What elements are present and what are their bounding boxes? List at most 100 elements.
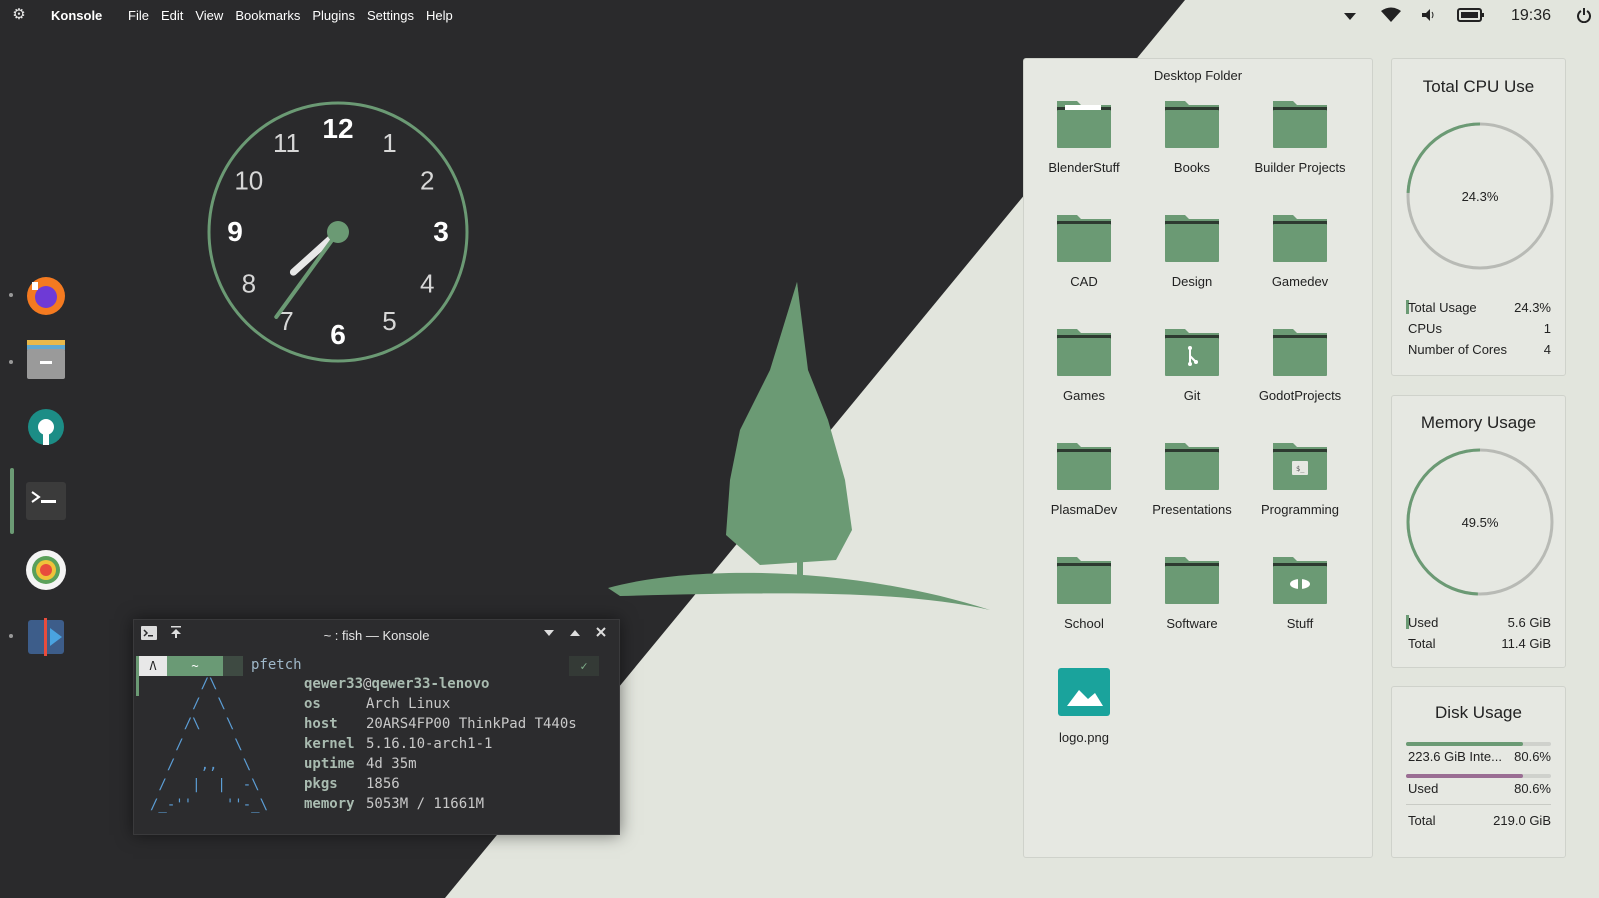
clock-time[interactable]: 19:36 [1511, 7, 1551, 25]
folder-label: CAD [1070, 274, 1098, 289]
folder-label: Books [1173, 160, 1211, 175]
window-titlebar[interactable]: ~ : fish — Konsole [134, 620, 619, 650]
memory-monitor-widget[interactable]: Memory Usage 49.5% Used 5.6 GiB Total 11.4… [1391, 395, 1566, 668]
battery-icon[interactable] [1457, 7, 1485, 26]
stat-label: Total [1408, 636, 1436, 651]
top-panel: ⚙ Konsole File Edit View Bookmarks Plugi… [0, 0, 1599, 30]
info-row: host 20ARS4FP00 ThinkPad T440s [304, 714, 577, 734]
chevron-down-icon[interactable] [1343, 9, 1357, 24]
folder-icon [1055, 96, 1113, 150]
folder-item-games[interactable]: Games [1030, 324, 1138, 404]
folder-item-design[interactable]: Design [1138, 210, 1246, 290]
stat-row: Used 5.6 GiB [1408, 615, 1551, 630]
color-picker-icon[interactable] [24, 548, 68, 592]
dolphin-file-manager-icon[interactable] [24, 338, 68, 382]
kde-logo-icon[interactable]: ⚙ [10, 6, 28, 24]
firefox-icon[interactable] [24, 272, 68, 316]
stat-value: 4 [1543, 342, 1551, 357]
stat-label: Number of Cores [1408, 342, 1507, 357]
stat-label: CPUs [1408, 321, 1442, 336]
cpu-ring-gauge: 24.3% [1406, 122, 1554, 270]
folder-label: Design [1171, 274, 1213, 289]
stat-row: Number of Cores 4 [1408, 342, 1551, 357]
cpu-monitor-widget[interactable]: Total CPU Use 24.3% Total Usage 24.3% CPU… [1391, 58, 1566, 376]
minimize-icon[interactable] [541, 626, 557, 642]
stat-value: 1 [1543, 321, 1551, 336]
folder-label: PlasmaDev [1050, 502, 1118, 517]
info-key: memory [304, 796, 355, 812]
clock-number: 5 [382, 306, 396, 336]
folder-item-plasmadev[interactable]: PlasmaDev [1030, 438, 1138, 518]
stat-label: Total Usage [1408, 300, 1477, 315]
menu-view[interactable]: View [195, 8, 223, 23]
power-icon[interactable] [1577, 7, 1591, 26]
folder-icon [1163, 96, 1221, 150]
menu-edit[interactable]: Edit [161, 8, 183, 23]
folder-icon [1271, 324, 1329, 378]
menu-bookmarks[interactable]: Bookmarks [235, 8, 300, 23]
info-row: kernel 5.16.10-arch1-1 [304, 734, 492, 754]
info-row: memory 5053M / 11661M [304, 794, 484, 814]
folder-item-software[interactable]: Software [1138, 552, 1246, 632]
prompt-path: ~ [167, 656, 223, 676]
close-icon[interactable] [593, 626, 609, 642]
memory-ring-gauge: 49.5% [1406, 448, 1554, 596]
folder-label: Git [1183, 388, 1201, 403]
volume-icon[interactable] [1420, 7, 1436, 26]
stat-row: Total 219.0 GiB [1408, 813, 1551, 828]
info-key: kernel [304, 736, 355, 752]
folder-label: logo.png [1059, 730, 1109, 745]
folder-item-blenderstuff[interactable]: BlenderStuff [1030, 96, 1138, 176]
folder-item-gamedev[interactable]: Gamedev [1246, 210, 1354, 290]
widget-title: Disk Usage [1435, 703, 1522, 722]
stat-row: Total Usage 24.3% [1408, 300, 1551, 315]
folder-label: Stuff [1286, 616, 1314, 631]
info-value: 5.16.10-arch1-1 [366, 736, 493, 752]
menu-bar: File Edit View Bookmarks Plugins Setting… [128, 8, 465, 23]
system-settings-icon[interactable] [24, 405, 68, 449]
konsole-icon[interactable] [24, 480, 68, 524]
widget-title: Memory Usage [1420, 413, 1537, 432]
menu-help[interactable]: Help [426, 8, 453, 23]
clock-number: 1 [382, 128, 396, 158]
media-player-icon[interactable] [24, 614, 68, 658]
info-key: pkgs [304, 776, 338, 792]
divider [1406, 804, 1551, 805]
folder-item-programming[interactable]: $_ Programming [1246, 438, 1354, 518]
folder-item-cad[interactable]: CAD [1030, 210, 1138, 290]
folder-label: Builder Projects [1254, 160, 1346, 175]
folder-item-stuff[interactable]: Stuff [1246, 552, 1354, 632]
dock-indicator [9, 293, 13, 297]
folder-item-godotprojects[interactable]: GodotProjects [1246, 324, 1354, 404]
folder-item-logo-png[interactable]: logo.png [1030, 666, 1138, 746]
folder-git-icon [1163, 324, 1221, 378]
menu-settings[interactable]: Settings [367, 8, 414, 23]
folder-item-git[interactable]: Git [1138, 324, 1246, 404]
maximize-icon[interactable] [567, 626, 583, 642]
stat-row: CPUs 1 [1408, 321, 1551, 336]
info-value: 5053M / 11661M [366, 796, 485, 812]
minute-hand [274, 230, 340, 319]
folder-item-school[interactable]: School [1030, 552, 1138, 632]
terminal-area[interactable]: Λ ~ pfetch ✓ /\ / \ /\ \ / \ / ,, \ / | … [134, 650, 619, 836]
stat-row: Used 80.6% [1408, 781, 1551, 796]
folder-item-presentations[interactable]: Presentations [1138, 438, 1246, 518]
arch-ascii-logo: /\ / \ /\ \ / \ / ,, \ / | | -\ /_-'' ''… [150, 676, 269, 814]
konsole-window[interactable]: ~ : fish — Konsole Λ ~ pfetch ✓ /\ / \ /… [133, 619, 620, 835]
clock-number: 9 [227, 216, 243, 247]
disk-monitor-widget[interactable]: Disk Usage 223.6 GiB Inte... 80.6% Used 80… [1391, 686, 1566, 858]
folder-item-books[interactable]: Books [1138, 96, 1246, 176]
folder-item-builder-projects[interactable]: Builder Projects [1246, 96, 1354, 176]
menu-file[interactable]: File [128, 8, 149, 23]
folder-label: Gamedev [1271, 274, 1329, 289]
cpu-percent: 24.3% [1462, 189, 1499, 204]
stat-value: 5.6 GiB [1507, 615, 1551, 630]
folder-label: Games [1063, 388, 1105, 403]
stat-row: 223.6 GiB Inte... 80.6% [1408, 749, 1551, 764]
dock-indicator [9, 634, 13, 638]
menu-plugins[interactable]: Plugins [312, 8, 355, 23]
wifi-icon[interactable] [1381, 7, 1401, 26]
stat-value: 11.4 GiB [1501, 636, 1551, 651]
desktop-folder-widget[interactable]: Desktop Folder BlenderStuff Books Builder … [1023, 58, 1373, 858]
analog-clock: 12 1234567891011 [207, 101, 469, 363]
